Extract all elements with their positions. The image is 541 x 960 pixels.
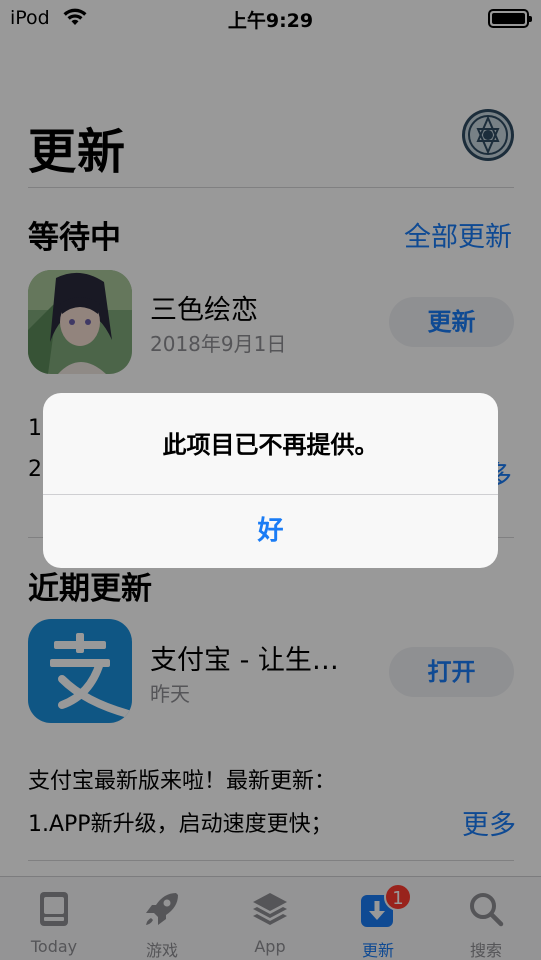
app-store-updates-screen: iPod 上午9:29 更新 等待中 全部更新 三色绘恋 2018年9月1日 更… <box>0 0 541 960</box>
alert-message: 此项目已不再提供。 <box>162 431 379 459</box>
alert-ok-button[interactable]: 好 <box>43 495 498 568</box>
alert-dialog: 此项目已不再提供。 好 <box>43 393 498 568</box>
